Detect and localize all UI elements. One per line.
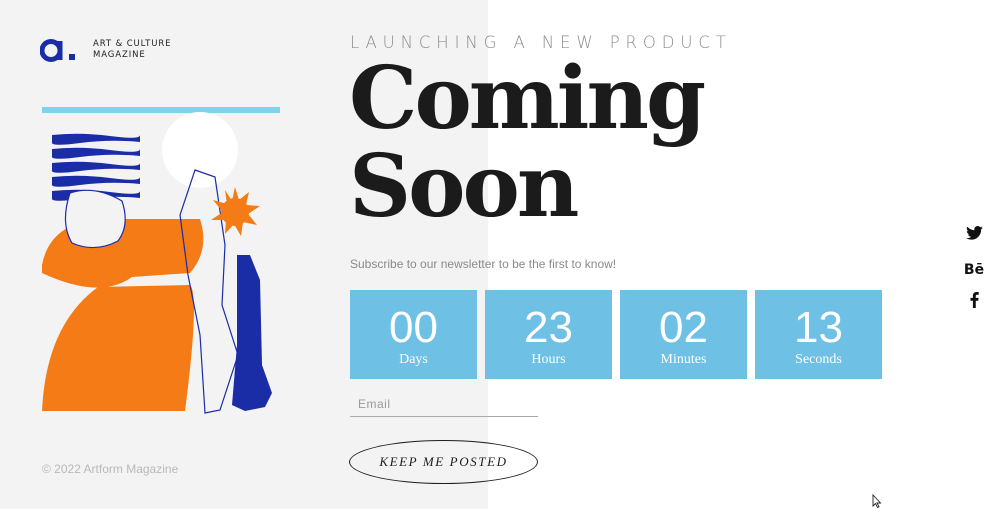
behance-icon: Bē	[963, 262, 985, 278]
countdown-days-value: 00	[389, 303, 438, 352]
page-title: Coming Soon	[349, 48, 706, 237]
countdown-hours: 23 Hours	[485, 290, 612, 379]
countdown-days-label: Days	[399, 352, 428, 367]
countdown-hours-label: Hours	[531, 352, 566, 367]
countdown-minutes-label: Minutes	[660, 352, 707, 367]
countdown-minutes-value: 02	[659, 303, 708, 352]
newsletter-subtitle: Subscribe to our newsletter to be the fi…	[350, 257, 617, 271]
countdown-minutes: 02 Minutes	[620, 290, 747, 379]
orange-sun	[211, 187, 260, 236]
behance-link[interactable]: Bē	[963, 259, 985, 281]
navy-pillar	[232, 255, 272, 411]
facebook-link[interactable]	[963, 292, 985, 314]
page-title-line1: Coming	[349, 48, 706, 149]
countdown-days: 00 Days	[350, 290, 477, 379]
logo-mark-icon	[40, 39, 75, 62]
page-title-line2: Soon	[349, 136, 579, 237]
countdown-timer: 00 Days 23 Hours 02 Minutes 13 Seconds	[350, 290, 882, 379]
social-links: Bē	[963, 226, 985, 325]
facebook-icon	[969, 292, 979, 308]
countdown-seconds: 13 Seconds	[755, 290, 882, 379]
white-circle	[162, 112, 238, 188]
twitter-link[interactable]	[963, 226, 985, 248]
keep-me-posted-button[interactable]: KEEP ME POSTED	[349, 440, 538, 484]
mouse-cursor-icon	[872, 494, 882, 508]
brand-tagline: ART & CULTURE MAGAZINE	[93, 39, 171, 61]
outlined-blob	[64, 189, 126, 249]
copyright-text: © 2022 Artform Magazine	[42, 462, 179, 476]
twitter-icon	[965, 226, 983, 240]
countdown-seconds-value: 13	[794, 303, 843, 352]
countdown-hours-value: 23	[524, 303, 573, 352]
light-blue-bar	[42, 107, 280, 113]
brand-tagline-line2: MAGAZINE	[93, 50, 146, 60]
countdown-seconds-label: Seconds	[795, 352, 842, 367]
orange-shape	[42, 219, 204, 411]
abstract-artwork	[42, 107, 280, 414]
email-field[interactable]	[350, 391, 538, 417]
brand-logo[interactable]: ART & CULTURE MAGAZINE	[40, 38, 171, 62]
brand-tagline-line1: ART & CULTURE	[93, 39, 172, 49]
